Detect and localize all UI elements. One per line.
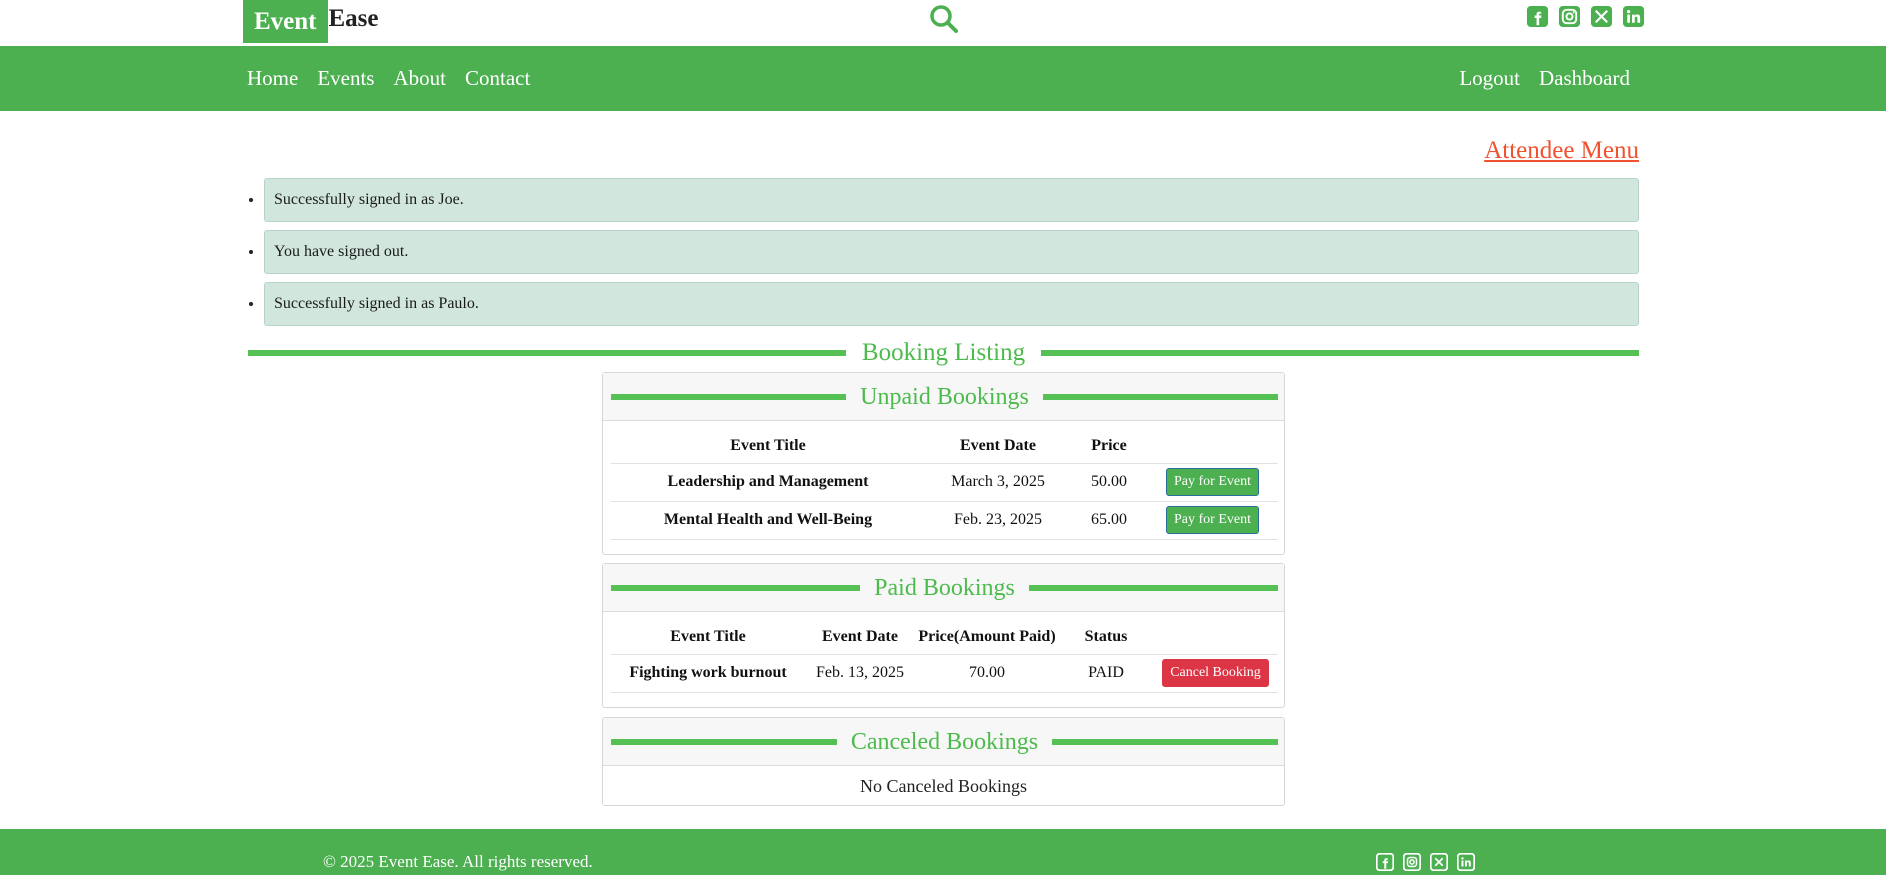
heading-rule-right [1052, 739, 1278, 745]
linkedin-icon[interactable] [1456, 852, 1476, 872]
footer-copyright: © 2025 Event Ease. All rights reserved. [323, 852, 593, 871]
top-bar: Event Ease [0, 0, 1886, 46]
paid-bookings-header: Paid Bookings [603, 564, 1284, 612]
action-cell: Pay for Event [1147, 500, 1278, 540]
no-canceled-bookings-text: No Canceled Bookings [860, 776, 1027, 796]
table-header-row: Event Title Event Date Price [611, 429, 1278, 463]
flash-message: Successfully signed in as Joe. [264, 178, 1639, 222]
social-links-footer [1375, 852, 1476, 872]
heading-rule-left [611, 739, 837, 745]
event-title-cell: Fighting work burnout [611, 653, 805, 693]
nav-dashboard[interactable]: Dashboard [1539, 66, 1630, 91]
heading-rule-left [248, 350, 846, 356]
canceled-bookings-card: Canceled Bookings No Canceled Bookings [602, 717, 1285, 806]
canceled-bookings-header: Canceled Bookings [603, 718, 1284, 766]
brand-logo-ease: Ease [328, 5, 379, 32]
flash-message-item: You have signed out. [264, 230, 1639, 274]
event-date-cell: March 3, 2025 [925, 462, 1071, 501]
footer: © 2025 Event Ease. All rights reserved. [0, 829, 1886, 875]
attendee-menu-link[interactable]: Attendee Menu [1484, 137, 1639, 165]
event-date-cell: Feb. 13, 2025 [805, 653, 915, 693]
flash-messages: Successfully signed in as Joe. You have … [248, 178, 1639, 334]
x-icon[interactable] [1429, 852, 1449, 872]
event-title-cell: Leadership and Management [611, 462, 925, 501]
booking-listing-title: Booking Listing [861, 339, 1026, 366]
unpaid-bookings-title: Unpaid Bookings [860, 383, 1029, 410]
status-cell: PAID [1059, 653, 1153, 693]
linkedin-icon[interactable] [1622, 5, 1645, 28]
flash-message-item: Successfully signed in as Joe. [264, 178, 1639, 222]
col-action [1147, 429, 1278, 463]
unpaid-bookings-header: Unpaid Bookings [603, 373, 1284, 421]
table-row: Leadership and Management March 3, 2025 … [611, 462, 1278, 501]
col-price: Price [1091, 436, 1127, 454]
col-status: Status [1084, 627, 1128, 645]
pay-for-event-button[interactable]: Pay for Event [1166, 468, 1259, 496]
social-links-header [1526, 5, 1645, 28]
col-action [1153, 620, 1278, 654]
table-header-row: Event Title Event Date Price(Amount Paid… [611, 620, 1278, 654]
heading-rule-right [1041, 350, 1639, 356]
heading-rule-left [611, 394, 847, 400]
price-cell: 65.00 [1071, 500, 1147, 540]
unpaid-bookings-heading: Unpaid Bookings [611, 373, 1279, 421]
col-price-paid: Price(Amount Paid) [918, 627, 1056, 645]
heading-rule-right [1042, 394, 1279, 400]
canceled-bookings-title: Canceled Bookings [850, 728, 1039, 755]
main-navbar: Home Events About Contact Logout Dashboa… [0, 46, 1886, 111]
cancel-booking-button[interactable]: Cancel Booking [1162, 659, 1269, 687]
action-cell: Pay for Event [1147, 462, 1278, 501]
flash-message: Successfully signed in as Paulo. [264, 282, 1639, 326]
nav-home[interactable]: Home [247, 66, 298, 91]
paid-bookings-card: Paid Bookings Event Title Event Date Pri… [602, 563, 1285, 708]
event-date-cell: Feb. 23, 2025 [925, 500, 1071, 540]
heading-rule-left [611, 585, 861, 591]
brand-logo[interactable]: Event Ease [243, 0, 379, 43]
table-row: Mental Health and Well-Being Feb. 23, 20… [611, 500, 1278, 540]
nav-contact[interactable]: Contact [465, 66, 530, 91]
action-cell: Cancel Booking [1153, 653, 1278, 693]
facebook-icon[interactable] [1526, 5, 1549, 28]
table-row: Fighting work burnout Feb. 13, 2025 70.0… [611, 653, 1278, 693]
flash-message-item: Successfully signed in as Paulo. [264, 282, 1639, 326]
col-event-date: Event Date [960, 436, 1036, 454]
col-event-date: Event Date [822, 627, 898, 645]
event-title-cell: Mental Health and Well-Being [611, 500, 925, 540]
search-icon[interactable] [928, 3, 960, 35]
canceled-bookings-heading: Canceled Bookings [611, 718, 1278, 766]
x-icon[interactable] [1590, 5, 1613, 28]
instagram-icon[interactable] [1558, 5, 1581, 28]
paid-bookings-table: Event Title Event Date Price(Amount Paid… [611, 620, 1278, 693]
booking-listing-heading: Booking Listing [248, 337, 1639, 369]
nav-logout[interactable]: Logout [1459, 66, 1520, 91]
nav-right: Logout Dashboard [1459, 46, 1630, 111]
brand-logo-event: Event [243, 0, 328, 43]
facebook-icon[interactable] [1375, 852, 1395, 872]
unpaid-bookings-table: Event Title Event Date Price Leadership … [611, 429, 1278, 540]
col-event-title: Event Title [730, 436, 806, 454]
heading-rule-right [1028, 585, 1278, 591]
paid-bookings-heading: Paid Bookings [611, 564, 1278, 612]
paid-bookings-title: Paid Bookings [874, 574, 1015, 601]
nav-about[interactable]: About [393, 66, 446, 91]
instagram-icon[interactable] [1402, 852, 1422, 872]
flash-message: You have signed out. [264, 230, 1639, 274]
pay-for-event-button[interactable]: Pay for Event [1166, 506, 1259, 534]
col-event-title: Event Title [670, 627, 746, 645]
nav-events[interactable]: Events [317, 66, 374, 91]
price-cell: 70.00 [915, 653, 1059, 693]
nav-left: Home Events About Contact [247, 46, 530, 111]
unpaid-bookings-card: Unpaid Bookings Event Title Event Date P… [602, 372, 1285, 555]
price-cell: 50.00 [1071, 462, 1147, 501]
